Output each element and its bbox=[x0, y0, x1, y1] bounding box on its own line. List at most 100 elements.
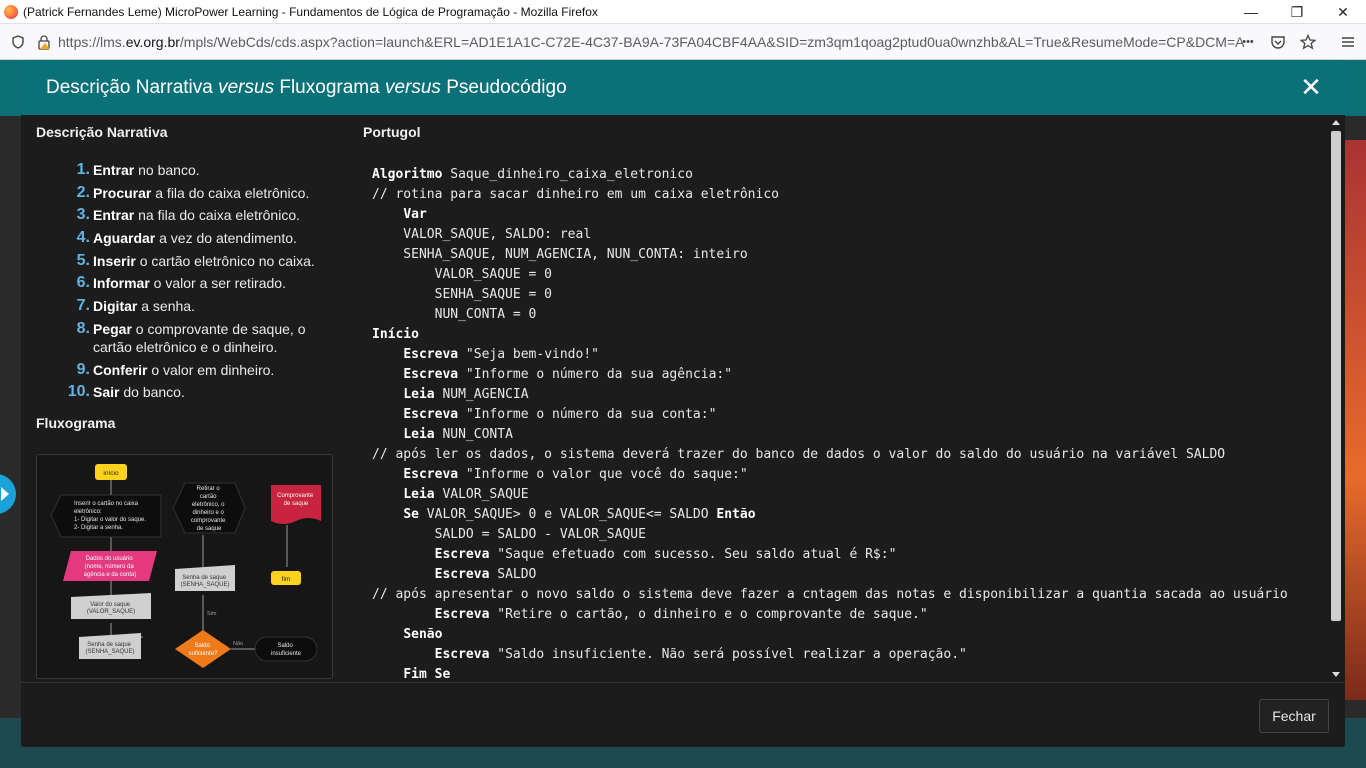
lock-warning-icon[interactable] bbox=[36, 34, 52, 50]
code-keyword: Escreva bbox=[403, 467, 459, 482]
code-line: // após apresentar o novo saldo o sistem… bbox=[372, 585, 1288, 605]
step-text: Entrar na fila do caixa eletrônico. bbox=[93, 206, 300, 224]
code-text: NUM_AGENCIA bbox=[434, 387, 529, 402]
code-text: VALOR_SAQUE = 0 bbox=[372, 267, 553, 282]
code-text: // rotina para sacar dinheiro em um caix… bbox=[372, 187, 779, 202]
code-text: "Informe o valor que você do saque:" bbox=[458, 467, 748, 482]
code-text: VALOR_SAQUE, SALDO: real bbox=[372, 227, 592, 242]
scroll-down-arrow-icon[interactable] bbox=[1332, 672, 1340, 677]
step-rest: o valor em dinheiro. bbox=[147, 361, 275, 378]
code-line: Escreva SALDO bbox=[372, 565, 1288, 585]
code-text: VALOR_SAQUE> 0 e VALOR_SAQUE<= SALDO bbox=[418, 507, 717, 522]
step-verb: Entrar bbox=[93, 162, 135, 178]
shield-icon[interactable] bbox=[6, 30, 30, 54]
code-keyword: Início bbox=[372, 327, 419, 342]
portugol-column: Portugol Algoritmo Saque_dinheiro_caixa_… bbox=[363, 115, 1323, 682]
code-keyword: Se bbox=[403, 507, 419, 522]
narrative-step: 3. Entrar na fila do caixa eletrônico. bbox=[70, 206, 336, 224]
code-line: Escreva "Retire o cartão, o dinheiro e o… bbox=[372, 605, 1288, 625]
hamburger-menu-icon[interactable] bbox=[1336, 30, 1360, 54]
code-keyword: Fim Se bbox=[403, 667, 451, 682]
firefox-logo-icon bbox=[4, 4, 18, 19]
step-verb: Pegar bbox=[93, 320, 132, 337]
narrative-step: 4. Aguardar a vez do atendimento. bbox=[70, 229, 336, 247]
step-text: Digitar a senha. bbox=[93, 297, 195, 315]
code-text: "Informe o número da sua conta:" bbox=[458, 407, 717, 422]
code-keyword: Leia bbox=[403, 387, 435, 402]
code-line: Escreva "Informe o número da sua conta:" bbox=[372, 405, 1288, 425]
pocket-icon[interactable] bbox=[1266, 30, 1290, 54]
modal-dialog: Descrição Narrativa versus Fluxograma ve… bbox=[21, 61, 1345, 747]
step-verb: Entrar bbox=[93, 207, 135, 224]
flow-insufficient-node bbox=[254, 636, 318, 662]
code-keyword: Var bbox=[403, 207, 427, 222]
url-path: /mpls/WebCds/cds.aspx?action=launch&ERL=… bbox=[179, 34, 1245, 50]
code-keyword: Escreva bbox=[434, 567, 490, 582]
flowchart-title: Fluxograma bbox=[36, 415, 116, 431]
code-line: Início bbox=[372, 325, 1288, 345]
flow-userdata-label: Dados do usuário (nome, número da agênci… bbox=[84, 556, 137, 578]
side-expand-tab[interactable] bbox=[0, 474, 16, 514]
url-host: ev.org.br bbox=[125, 34, 180, 50]
flow-decision-node bbox=[175, 630, 231, 668]
step-number: 8. bbox=[76, 319, 90, 337]
flowchart-image: início Inserir o cartão no caixa eletrôn… bbox=[36, 454, 333, 679]
step-text: Conferir o valor em dinheiro. bbox=[93, 361, 274, 379]
narrative-steps: 1. Entrar no banco. 2. Procurar a fila do c… bbox=[68, 161, 336, 401]
page-actions-button[interactable]: ••• bbox=[1236, 30, 1260, 54]
modal-scrollbar[interactable] bbox=[1329, 115, 1343, 682]
minimize-button[interactable]: — bbox=[1228, 0, 1274, 24]
window-close-button[interactable]: ✕ bbox=[1320, 0, 1366, 24]
code-keyword: Leia bbox=[403, 487, 435, 502]
code-text: VALOR_SAQUE bbox=[434, 487, 529, 502]
code-line: Escreva "Informe o valor que você do saq… bbox=[372, 465, 1288, 485]
modal-title: Descrição Narrativa versus Fluxograma ve… bbox=[46, 77, 567, 98]
portugol-title: Portugol bbox=[363, 124, 421, 140]
scroll-up-arrow-icon[interactable] bbox=[1332, 120, 1340, 125]
flow-no-label: Não bbox=[233, 641, 243, 647]
step-text: Inserir o cartão eletrônico no caixa. bbox=[93, 252, 315, 270]
code-text: Saque_dinheiro_caixa_eletronico bbox=[442, 167, 693, 182]
code-line: // rotina para sacar dinheiro em um caix… bbox=[372, 185, 1288, 205]
step-rest: o cartão eletrônico no caixa. bbox=[135, 252, 315, 269]
step-rest: na fila do caixa eletrônico. bbox=[134, 207, 300, 224]
code-keyword: Escreva bbox=[434, 647, 490, 662]
step-verb: Sair bbox=[93, 384, 120, 401]
step-text: Aguardar a vez do atendimento. bbox=[93, 229, 297, 247]
step-rest: no banco. bbox=[134, 162, 200, 178]
window-titlebar: (Patrick Fernandes Leme) MicroPower Lear… bbox=[0, 0, 1366, 24]
flow-password-top-label: Senha de saque (SENHA_SAQUE) bbox=[180, 575, 229, 588]
code-line: Leia NUM_AGENCIA bbox=[372, 385, 1288, 405]
code-text: NUN_CONTA bbox=[434, 427, 513, 442]
code-line: SENHA_SAQUE, NUM_AGENCIA, NUN_CONTA: int… bbox=[372, 245, 1288, 265]
modal-body[interactable]: Descrição Narrativa 1. Entrar no banco. 2.… bbox=[21, 115, 1345, 682]
code-line: Escreva "Seja bem-vindo!" bbox=[372, 345, 1288, 365]
bookmark-star-icon[interactable] bbox=[1296, 30, 1320, 54]
code-line: VALOR_SAQUE = 0 bbox=[372, 265, 1288, 285]
modal-footer: Fechar bbox=[21, 682, 1345, 747]
step-verb: Informar bbox=[93, 275, 150, 292]
step-verb: Aguardar bbox=[93, 230, 156, 247]
code-line: Senão bbox=[372, 625, 1288, 645]
url-bar[interactable]: https://lms. ev.org.br/mpls/WebCds/cds.as… bbox=[36, 28, 1256, 56]
fechar-button[interactable]: Fechar bbox=[1259, 699, 1329, 733]
window-controls: — ❐ ✕ bbox=[1228, 0, 1366, 24]
browser-navbar: https://lms. ev.org.br/mpls/WebCds/cds.as… bbox=[0, 24, 1366, 60]
code-text: SENHA_SAQUE, NUM_AGENCIA, NUN_CONTA: int… bbox=[372, 247, 748, 262]
code-line: Fim Se bbox=[372, 665, 1288, 682]
scrollbar-thumb[interactable] bbox=[1331, 131, 1341, 621]
flow-amount-label: Valor do saque (VALOR_SAQUE) bbox=[87, 602, 135, 615]
step-text: Informar o valor a ser retirado. bbox=[93, 274, 286, 292]
restore-button[interactable]: ❐ bbox=[1274, 0, 1320, 24]
narrative-step: 8. Pegar o comprovante de saque, o cartão… bbox=[70, 320, 336, 356]
flow-end-label: fim bbox=[282, 576, 291, 583]
code-line: Escreva "Informe o número da sua agência… bbox=[372, 365, 1288, 385]
modal-close-button[interactable]: ✕ bbox=[1299, 74, 1323, 100]
code-keyword: Escreva bbox=[403, 367, 459, 382]
code-text: "Retire o cartão, o dinheiro e o comprov… bbox=[489, 607, 928, 622]
